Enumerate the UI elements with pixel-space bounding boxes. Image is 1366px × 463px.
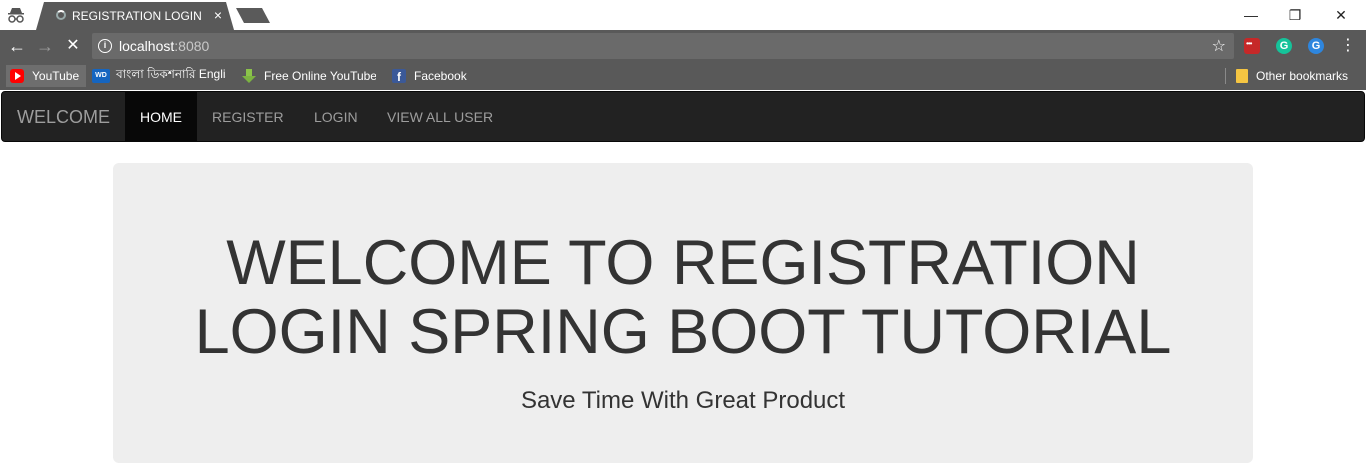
url-port: :8080 (174, 38, 210, 54)
bookmark-facebook[interactable]: f Facebook (392, 67, 467, 85)
bookmark-youtube[interactable]: YouTube (6, 65, 86, 87)
site-navbar: WELCOME HOME REGISTER LOGIN VIEW ALL USE… (1, 91, 1365, 142)
hero-title-line-1: WELCOME TO REGISTRATION (226, 228, 1140, 298)
bookmarks-divider (1225, 68, 1226, 84)
stop-loading-icon[interactable]: ✕ (62, 35, 84, 57)
incognito-icon (8, 8, 24, 23)
extension-red-icon[interactable] (1244, 38, 1260, 54)
hero-title-line-2: LOGIN SPRING BOOT TUTORIAL (194, 297, 1172, 367)
window-restore-button[interactable]: ❐ (1272, 0, 1318, 30)
new-tab-button[interactable] (236, 8, 270, 23)
wd-icon: WD (92, 69, 110, 83)
bookmark-star-icon[interactable]: ☆ (1212, 36, 1226, 56)
url-host: localhost (119, 38, 175, 54)
facebook-icon: f (392, 69, 406, 84)
nav-home[interactable]: HOME (125, 92, 197, 141)
back-arrow-icon[interactable]: ← (6, 35, 28, 57)
tab-strip: REGISTRATION LOGIN SPRING BOOT TUTORIAL … (0, 0, 1366, 30)
bookmark-bangla-dictionary[interactable]: WD বাংলা ডিকশনারি English (92, 67, 226, 85)
hero-title: WELCOME TO REGISTRATION LOGIN SPRING BOO… (113, 229, 1253, 367)
window-close-button[interactable]: ✕ (1318, 0, 1364, 30)
download-arrow-icon (242, 69, 256, 83)
other-bookmarks-label: Other bookmarks (1256, 69, 1349, 83)
bookmark-youtube-downloader[interactable]: Free Online YouTube Downloader (242, 67, 376, 85)
youtube-icon (10, 69, 24, 83)
tab-close-icon[interactable]: × (214, 8, 222, 22)
nav-view-all-user[interactable]: VIEW ALL USER (372, 92, 508, 141)
window-minimize-button[interactable]: — (1228, 0, 1274, 30)
web-page: WELCOME HOME REGISTER LOGIN VIEW ALL USE… (0, 90, 1366, 463)
hero-subtitle: Save Time With Great Product (520, 387, 846, 414)
url-text[interactable]: localhost:8080 (119, 38, 209, 54)
bookmark-label: Free Online YouTube Downloader (264, 69, 376, 83)
tab-title: REGISTRATION LOGIN SPRING BOOT TUTORIAL (72, 9, 202, 23)
extension-blue-g-icon[interactable]: G (1308, 38, 1324, 54)
folder-icon (1236, 69, 1248, 83)
forward-arrow-icon[interactable]: → (34, 35, 56, 57)
grammarly-icon[interactable]: G (1276, 38, 1292, 54)
loading-spinner-icon (56, 10, 66, 20)
address-bar[interactable]: i localhost:8080 ☆ (92, 33, 1234, 59)
hero-jumbotron: WELCOME TO REGISTRATION LOGIN SPRING BOO… (113, 163, 1253, 463)
browser-toolbar: ← → ✕ i localhost:8080 ☆ G G ⋮ (0, 30, 1366, 62)
other-bookmarks-folder[interactable]: Other bookmarks (1236, 67, 1348, 85)
site-info-icon[interactable]: i (98, 39, 112, 53)
nav-register[interactable]: REGISTER (197, 92, 299, 141)
bookmark-label: YouTube (32, 69, 80, 83)
bookmarks-bar: YouTube WD বাংলা ডিকশনারি English Free O… (0, 62, 1366, 90)
browser-menu-icon[interactable]: ⋮ (1340, 36, 1356, 56)
navbar-brand[interactable]: WELCOME (17, 107, 110, 128)
bookmark-label: বাংলা ডিকশনারি English (116, 67, 226, 81)
browser-tab-active[interactable]: REGISTRATION LOGIN SPRING BOOT TUTORIAL … (36, 2, 234, 30)
bookmark-label: Facebook (414, 69, 467, 83)
nav-login[interactable]: LOGIN (299, 92, 373, 141)
